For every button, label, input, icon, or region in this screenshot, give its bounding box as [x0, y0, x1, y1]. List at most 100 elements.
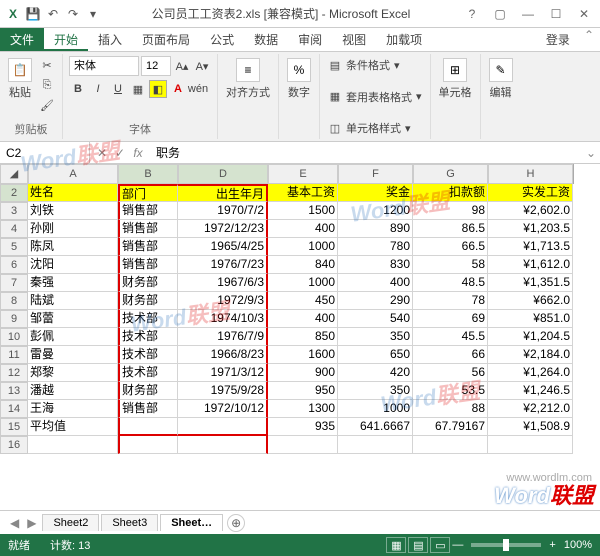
cell[interactable]: 郑黎 — [28, 364, 118, 382]
column-header[interactable]: H — [488, 164, 573, 184]
cell[interactable]: 1965/4/25 — [178, 238, 268, 256]
cell[interactable]: 1975/9/28 — [178, 382, 268, 400]
tab-file[interactable]: 文件 — [0, 28, 44, 51]
cell[interactable]: 1970/7/2 — [178, 202, 268, 220]
row-header[interactable]: 9 — [0, 310, 28, 328]
enter-formula-icon[interactable]: ✓ — [112, 146, 128, 160]
cell[interactable]: 财务部 — [118, 382, 178, 400]
cell[interactable]: 400 — [268, 310, 338, 328]
zoom-level[interactable]: 100% — [564, 539, 592, 551]
cell[interactable]: 950 — [268, 382, 338, 400]
sheet-nav-prev-icon[interactable]: ◀ — [6, 516, 23, 530]
cell[interactable]: 540 — [338, 310, 413, 328]
save-icon[interactable]: 💾 — [24, 5, 42, 23]
font-color-button[interactable]: A — [169, 80, 187, 98]
cut-icon[interactable]: ✂ — [38, 56, 56, 74]
border-button[interactable]: ▦ — [129, 80, 147, 98]
cell-style-button[interactable]: ◫单元格样式 ▾ — [326, 119, 413, 137]
cell[interactable]: 扣款额 — [413, 184, 488, 202]
page-break-view-icon[interactable]: ▭ — [430, 537, 450, 553]
cell[interactable]: 900 — [268, 364, 338, 382]
cell[interactable]: 1974/10/3 — [178, 310, 268, 328]
cell[interactable]: 部门 — [118, 184, 178, 202]
cell[interactable]: 孙刚 — [28, 220, 118, 238]
close-icon[interactable]: ✕ — [572, 4, 596, 24]
cell[interactable]: 86.5 — [413, 220, 488, 238]
cell[interactable]: 420 — [338, 364, 413, 382]
cell[interactable]: 450 — [268, 292, 338, 310]
increase-font-icon[interactable]: A▴ — [173, 57, 191, 75]
sign-in-link[interactable]: 登录 — [538, 28, 578, 51]
column-header[interactable]: D — [178, 164, 268, 184]
cell[interactable]: 销售部 — [118, 220, 178, 238]
format-painter-icon[interactable]: 🖌 — [38, 96, 56, 114]
row-header[interactable]: 4 — [0, 220, 28, 238]
italic-button[interactable]: I — [89, 80, 107, 98]
copy-icon[interactable]: ⎘ — [38, 76, 56, 94]
cells-button[interactable]: ⊞单元格 — [437, 56, 474, 102]
tab-view[interactable]: 视图 — [332, 28, 376, 51]
cell[interactable]: 48.5 — [413, 274, 488, 292]
cell[interactable]: ¥1,204.5 — [488, 328, 573, 346]
cell[interactable]: 刘铁 — [28, 202, 118, 220]
cell[interactable]: 1966/8/23 — [178, 346, 268, 364]
cell[interactable]: 邹蕾 — [28, 310, 118, 328]
row-header[interactable]: 6 — [0, 256, 28, 274]
cell[interactable]: 销售部 — [118, 256, 178, 274]
cell[interactable]: 1200 — [338, 202, 413, 220]
cell[interactable]: ¥1,713.5 — [488, 238, 573, 256]
cell[interactable]: 780 — [338, 238, 413, 256]
ribbon-options-icon[interactable]: ▢ — [488, 4, 512, 24]
zoom-slider[interactable] — [471, 543, 541, 547]
cell[interactable]: 奖金 — [338, 184, 413, 202]
cell[interactable]: 56 — [413, 364, 488, 382]
cell[interactable]: 彭佩 — [28, 328, 118, 346]
cell[interactable]: 技术部 — [118, 310, 178, 328]
cell[interactable]: ¥1,508.9 — [488, 418, 573, 436]
cell[interactable]: 650 — [338, 346, 413, 364]
cell[interactable]: 840 — [268, 256, 338, 274]
row-header[interactable]: 11 — [0, 346, 28, 364]
cell[interactable] — [178, 418, 268, 436]
cell[interactable]: ¥2,184.0 — [488, 346, 573, 364]
row-header[interactable]: 5 — [0, 238, 28, 256]
cell[interactable]: 陈凤 — [28, 238, 118, 256]
row-header[interactable]: 12 — [0, 364, 28, 382]
cell[interactable]: 67.79167 — [413, 418, 488, 436]
cell[interactable]: 技术部 — [118, 328, 178, 346]
worksheet-grid[interactable]: ◢ ABDEFGH 2姓名部门出生年月基本工资奖金扣款额实发工资3刘铁销售部19… — [0, 164, 600, 454]
cell[interactable]: 财务部 — [118, 274, 178, 292]
cell[interactable]: 秦强 — [28, 274, 118, 292]
minimize-icon[interactable]: — — [516, 4, 540, 24]
number-button[interactable]: %数字 — [285, 56, 313, 102]
underline-button[interactable]: U — [109, 80, 127, 98]
conditional-format-button[interactable]: ▤条件格式 ▾ — [326, 56, 402, 74]
cell[interactable]: 平均值 — [28, 418, 118, 436]
font-size-combo[interactable]: 12 — [141, 56, 171, 76]
cell[interactable]: 1972/9/3 — [178, 292, 268, 310]
cell[interactable]: 400 — [338, 274, 413, 292]
row-header[interactable]: 13 — [0, 382, 28, 400]
cell[interactable]: 销售部 — [118, 400, 178, 418]
editing-button[interactable]: ✎编辑 — [487, 56, 515, 102]
page-layout-view-icon[interactable]: ▤ — [408, 537, 428, 553]
cell[interactable]: 财务部 — [118, 292, 178, 310]
phonetic-icon[interactable]: wén — [189, 80, 207, 98]
cell[interactable]: ¥1,264.0 — [488, 364, 573, 382]
column-header[interactable]: G — [413, 164, 488, 184]
formula-bar[interactable]: 职务 编辑栏 — [150, 144, 582, 161]
cell[interactable] — [178, 436, 268, 454]
qat-dropdown-icon[interactable]: ▾ — [84, 5, 102, 23]
paste-button[interactable]: 📋 粘贴 — [6, 56, 34, 102]
cell[interactable]: 850 — [268, 328, 338, 346]
zoom-out-icon[interactable]: — — [452, 539, 463, 551]
cell[interactable]: 雷曼 — [28, 346, 118, 364]
cell[interactable]: 1600 — [268, 346, 338, 364]
row-header[interactable]: 10 — [0, 328, 28, 346]
cell[interactable]: 1976/7/9 — [178, 328, 268, 346]
cell[interactable]: ¥1,246.5 — [488, 382, 573, 400]
cell[interactable]: 350 — [338, 382, 413, 400]
row-header[interactable]: 2 — [0, 184, 28, 202]
tab-data[interactable]: 数据 — [244, 28, 288, 51]
row-header[interactable]: 8 — [0, 292, 28, 310]
